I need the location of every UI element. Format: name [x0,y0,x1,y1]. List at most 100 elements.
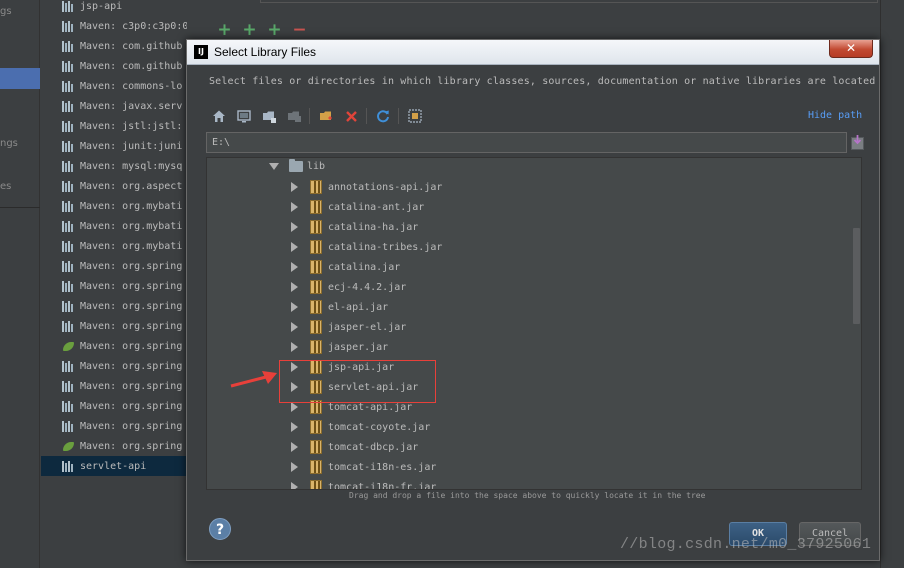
add-classes-icon[interactable]: + [241,20,258,40]
refresh-icon[interactable] [373,106,393,126]
close-button[interactable]: ✕ [829,40,873,58]
new-folder-icon[interactable] [259,106,279,126]
add-library-icon[interactable]: + [216,20,233,40]
library-list-item[interactable]: Maven: junit:juni [41,136,187,156]
tree-item-jar[interactable]: catalina-ha.jar [291,217,418,237]
tree-folder-lib[interactable]: lib [269,158,325,176]
tree-item-jar[interactable]: ecj-4.4.2.jar [291,277,406,297]
library-list-item[interactable]: Maven: mysql:mysq [41,156,187,176]
library-list-item[interactable]: Maven: org.spring [41,356,187,376]
library-icon [62,460,75,472]
library-icon [62,160,75,172]
library-list-item[interactable]: servlet-api [41,456,187,476]
tree-item-label: tomcat-api.jar [328,401,413,413]
library-label: Maven: org.spring [80,260,183,272]
library-list-item[interactable]: Maven: jstl:jstl: [41,116,187,136]
library-list-item[interactable]: Maven: commons-lo [41,76,187,96]
expand-arrow-icon[interactable] [291,242,298,252]
library-list-item[interactable]: Maven: org.spring [41,376,187,396]
library-list-item[interactable]: Maven: org.mybati [41,196,187,216]
red-arrow-annotation [230,371,277,388]
history-dropdown-icon[interactable] [851,134,864,150]
library-icon [62,380,75,392]
library-list-item[interactable]: Maven: com.github [41,36,187,56]
tree-item-jar[interactable]: jasper.jar [291,337,388,357]
highlight-annotation [279,360,436,403]
expand-arrow-icon[interactable] [291,182,298,192]
library-list-item[interactable]: Maven: c3p0:c3p0:0.9. [41,16,187,36]
library-label: Maven: jstl:jstl: [80,120,183,132]
expand-arrow-icon[interactable] [291,262,298,272]
expand-arrow-icon[interactable] [291,442,298,452]
expand-arrow-icon[interactable] [291,402,298,412]
expand-arrow-icon[interactable] [291,282,298,292]
tree-item-jar[interactable]: catalina-ant.jar [291,197,424,217]
show-hidden-icon[interactable] [405,106,425,126]
library-list-item[interactable]: Maven: com.github [41,56,187,76]
home-icon[interactable] [209,106,229,126]
expand-arrow-icon[interactable] [291,462,298,472]
delete-icon[interactable] [341,106,361,126]
tree-item-jar[interactable]: tomcat-coyote.jar [291,417,430,437]
tree-item-jar[interactable]: jasper-el.jar [291,317,406,337]
library-list-item[interactable]: Maven: org.spring [41,416,187,436]
expand-arrow-icon[interactable] [291,342,298,352]
library-icon [62,200,75,212]
expand-arrow-icon[interactable] [291,302,298,312]
tree-item-jar[interactable]: catalina-tribes.jar [291,237,442,257]
library-label: Maven: org.spring [80,380,183,392]
library-label: Maven: commons-lo [80,80,183,92]
tree-item-jar[interactable]: annotations-api.jar [291,177,442,197]
help-button[interactable]: ? [209,518,231,540]
library-label: jsp-api [80,0,123,12]
library-list-item[interactable]: Maven: javax.serv [41,96,187,116]
library-icon [62,320,75,332]
file-tree[interactable]: lib annotations-api.jar catalina-ant.jar c… [206,157,862,490]
library-list-item[interactable]: Maven: org.aspect [41,176,187,196]
new-folder-alt-icon[interactable] [316,106,336,126]
library-icon [62,100,75,112]
tree-item-jar[interactable]: catalina.jar [291,257,400,277]
library-list-item[interactable]: Maven: org.spring [41,336,187,356]
tree-item-jar[interactable]: tomcat-i18n-es.jar [291,457,436,477]
project-icon[interactable] [284,106,304,126]
library-list-item[interactable]: jsp-api [41,0,187,16]
tree-item-label: catalina-tribes.jar [328,241,443,253]
expand-arrow-icon[interactable] [291,202,298,212]
library-list-item[interactable]: Maven: org.mybati [41,216,187,236]
library-list-item[interactable]: Maven: org.spring [41,256,187,276]
library-list-item[interactable]: Maven: org.mybati [41,236,187,256]
jar-icon [310,240,322,254]
hide-path-link[interactable]: Hide path [808,110,862,121]
expand-arrow-icon[interactable] [291,222,298,232]
library-icon [62,80,75,92]
tree-item-label: ecj-4.4.2.jar [328,281,407,293]
expand-arrow-icon[interactable] [291,322,298,332]
dialog-title: Select Library Files [214,45,317,59]
expand-arrow-icon[interactable] [291,482,298,489]
tree-item-jar[interactable]: el-api.jar [291,297,388,317]
tree-item-jar[interactable]: tomcat-i18n-fr.jar [291,477,436,489]
library-toolbar: + + + − [216,20,308,40]
tree-item-jar[interactable]: tomcat-dbcp.jar [291,437,418,457]
library-list-item[interactable]: Maven: org.spring [41,396,187,416]
file-chooser-toolbar [209,106,430,126]
desktop-icon[interactable] [234,106,254,126]
top-field [260,0,878,3]
library-icon [62,420,75,432]
library-label: Maven: org.spring [80,400,183,412]
remove-icon[interactable]: − [291,20,308,40]
library-list-item[interactable]: Maven: org.spring [41,296,187,316]
expand-arrow-icon[interactable] [291,422,298,432]
library-icon [62,300,75,312]
tree-scrollbar[interactable] [853,228,860,324]
library-list-item[interactable]: Maven: org.spring [41,436,187,456]
sidebar-selected-item[interactable] [0,68,40,89]
collapse-arrow-icon[interactable] [269,162,279,170]
add-jar-icon[interactable]: + [266,20,283,40]
library-list-item[interactable]: Maven: org.spring [41,276,187,296]
jar-icon [310,320,322,334]
dialog-titlebar[interactable]: IJ Select Library Files ✕ [187,40,879,65]
path-input[interactable]: E:\ [206,132,847,153]
library-list-item[interactable]: Maven: org.spring [41,316,187,336]
